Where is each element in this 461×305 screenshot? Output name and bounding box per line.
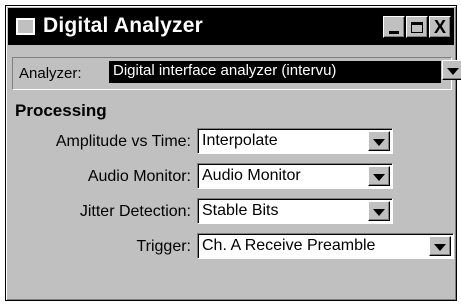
audio-monitor-dropdown-button[interactable]	[368, 166, 390, 186]
chevron-down-icon	[447, 67, 459, 75]
chevron-down-icon	[373, 138, 385, 146]
amplitude-vs-time-select[interactable]: Interpolate	[197, 128, 393, 154]
minimize-button[interactable]	[383, 16, 405, 38]
analyzer-select-value: Digital interface analyzer (intervu)	[113, 62, 337, 79]
chevron-down-icon	[434, 243, 446, 251]
amplitude-vs-time-value: Interpolate	[202, 132, 278, 149]
audio-monitor-label: Audio Monitor:	[87, 168, 191, 185]
window-title: Digital Analyzer	[43, 14, 203, 37]
jitter-detection-dropdown-button[interactable]	[368, 201, 390, 221]
close-icon: X	[433, 17, 446, 37]
jitter-detection-value: Stable Bits	[202, 202, 279, 219]
analyzer-select[interactable]: Digital interface analyzer (intervu)	[109, 61, 441, 83]
analyzer-dropdown-button[interactable]	[442, 60, 461, 80]
audio-monitor-select[interactable]: Audio Monitor	[197, 163, 393, 189]
chevron-down-icon	[373, 208, 385, 216]
analyzer-label: Analyzer:	[19, 65, 82, 82]
trigger-label: Trigger:	[136, 238, 191, 255]
title-bar[interactable]: Digital Analyzer X	[8, 8, 454, 45]
audio-monitor-value: Audio Monitor	[202, 167, 301, 184]
processing-section-title: Processing	[15, 101, 107, 120]
trigger-dropdown-button[interactable]	[429, 236, 451, 256]
jitter-detection-select[interactable]: Stable Bits	[197, 198, 393, 224]
close-button[interactable]: X	[429, 16, 451, 38]
maximize-icon	[411, 21, 423, 33]
jitter-detection-label: Jitter Detection:	[79, 203, 191, 220]
trigger-value: Ch. A Receive Preamble	[202, 237, 376, 254]
digital-analyzer-window: Digital Analyzer X Analyzer: Digital int…	[5, 5, 461, 301]
analyzer-selector-row: Analyzer: Digital interface analyzer (in…	[12, 57, 461, 90]
amplitude-vs-time-label: Amplitude vs Time:	[55, 133, 191, 150]
trigger-select[interactable]: Ch. A Receive Preamble	[197, 233, 454, 259]
maximize-button[interactable]	[406, 16, 428, 38]
amplitude-vs-time-dropdown-button[interactable]	[368, 131, 390, 151]
window-icon	[16, 18, 35, 35]
chevron-down-icon	[373, 173, 385, 181]
minimize-icon	[389, 30, 399, 34]
